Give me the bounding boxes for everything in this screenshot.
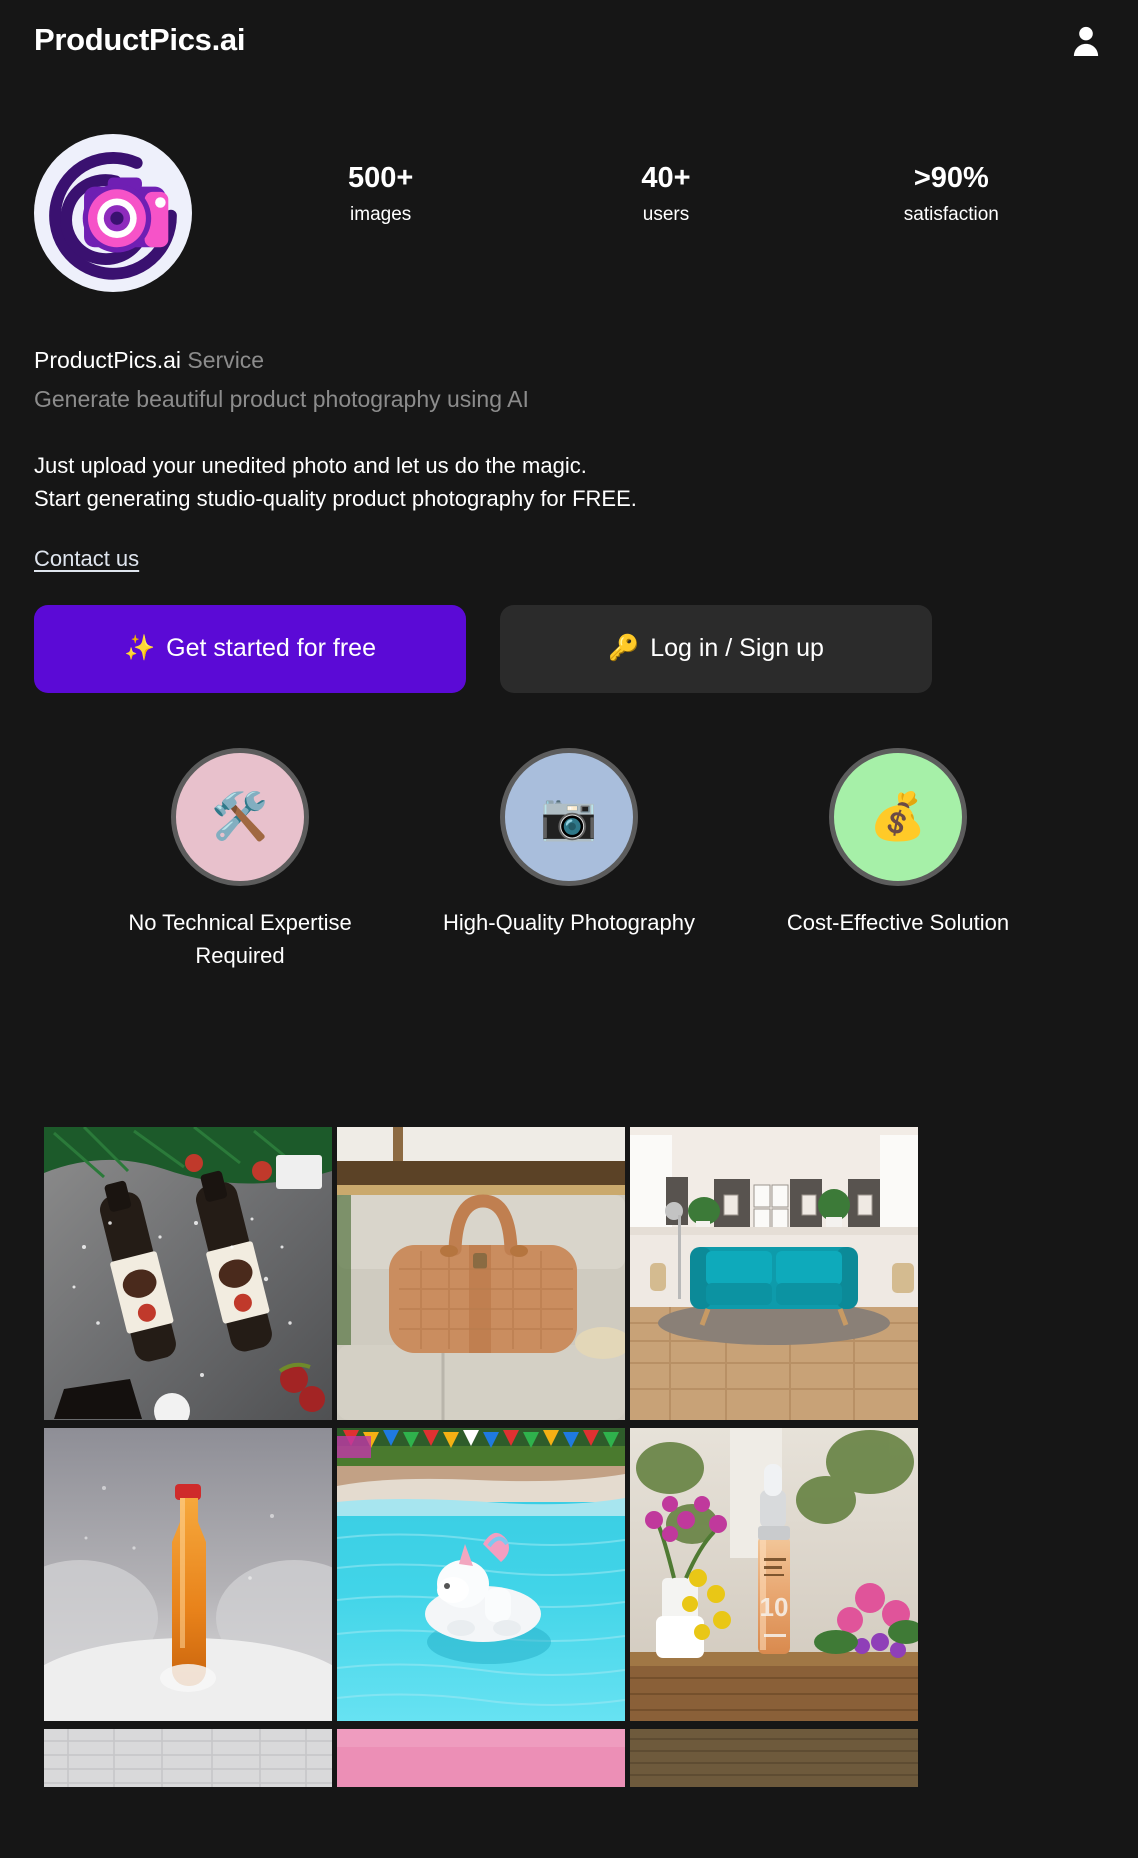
page-title: ProductPics.ai Service	[34, 344, 1104, 377]
stat-value: 40+	[641, 162, 691, 194]
stat-label: users	[642, 204, 690, 226]
hero-blurb: Just upload your unedited photo and let …	[34, 449, 1104, 516]
stat-label: images	[350, 204, 412, 226]
gallery-tile-serum-bottle-flowers[interactable]: 10	[630, 1428, 918, 1721]
stats-row: 500+ images 40+ users >90% satisfaction	[192, 134, 1104, 226]
get-started-button[interactable]: ✨ Get started for free	[34, 604, 466, 693]
app-header: ProductPics.ai	[0, 0, 1138, 80]
gallery-tile-partial-tile-grey[interactable]	[44, 1729, 332, 1787]
contact-us-link[interactable]: Contact us	[34, 546, 139, 572]
feature-label: Cost-Effective Solution	[786, 909, 1010, 935]
login-signup-label: Log in / Sign up	[650, 634, 824, 663]
camera-logo-icon	[34, 134, 192, 292]
hero-section: 500+ images 40+ users >90% satisfaction …	[0, 80, 1138, 972]
login-signup-button[interactable]: 🔑 Log in / Sign up	[500, 604, 932, 693]
svg-text:10: 10	[760, 1592, 789, 1622]
stat-value: >90%	[913, 162, 989, 194]
stat-images: 500+ images	[321, 162, 441, 226]
person-icon[interactable]	[1068, 22, 1104, 58]
brand-title: ProductPics.ai	[34, 22, 246, 57]
feature-label: High-Quality Photography	[443, 909, 695, 935]
page-title-name: ProductPics.ai	[34, 347, 182, 373]
gallery-tile-orange-bottle-snow[interactable]	[44, 1428, 332, 1721]
gallery-tile-wine-bottles-christmas[interactable]	[44, 1127, 332, 1420]
stat-value: 500+	[347, 162, 414, 194]
feature-label: No Technical Expertise Required	[128, 909, 352, 968]
camera-emoji: 📷	[540, 790, 598, 843]
landing-page: ProductPics.ai 500+ images 40+ users >90…	[0, 0, 1138, 1858]
gallery-tile-unicorn-pool-float[interactable]	[337, 1428, 625, 1721]
get-started-label: Get started for free	[166, 634, 376, 663]
gallery-tile-teal-sofa-living-room[interactable]	[630, 1127, 918, 1420]
tools-icon: 🛠️	[171, 747, 309, 886]
hero-top-row: 500+ images 40+ users >90% satisfaction	[34, 134, 1104, 292]
money-bag-emoji: 💰	[869, 790, 927, 843]
stat-satisfaction: >90% satisfaction	[891, 162, 1011, 226]
tools-emoji: 🛠️	[211, 790, 269, 843]
stat-label: satisfaction	[903, 204, 999, 226]
feature-high-quality-photography: 📷 High-Quality Photography	[419, 747, 719, 972]
gallery-tile-partial-tile-pink[interactable]	[337, 1729, 625, 1787]
camera-icon: 📷	[500, 747, 638, 886]
cta-button-row: ✨ Get started for free 🔑 Log in / Sign u…	[34, 604, 1104, 693]
hero-blurb-line-1: Just upload your unedited photo and let …	[34, 452, 587, 478]
gallery-tile-partial-tile-wood[interactable]	[630, 1729, 918, 1787]
page-title-suffix: Service	[181, 347, 265, 373]
key-icon: 🔑	[608, 634, 640, 663]
page-subtitle: Generate beautiful product photography u…	[34, 386, 529, 413]
sparkles-icon: ✨	[124, 634, 156, 663]
money-bag-icon: 💰	[829, 747, 967, 886]
gallery-tile-leather-duffel-bag[interactable]	[337, 1127, 625, 1420]
feature-no-technical-expertise: 🛠️ No Technical Expertise Required	[90, 747, 390, 972]
hero-blurb-line-2: Start generating studio-quality product …	[34, 486, 637, 512]
stat-users: 40+ users	[606, 162, 726, 226]
feature-cost-effective-solution: 💰 Cost-Effective Solution	[748, 747, 1048, 972]
features-row: 🛠️ No Technical Expertise Required 📷 Hig…	[34, 747, 1104, 972]
sample-image-gallery: 10	[44, 1127, 1094, 1787]
